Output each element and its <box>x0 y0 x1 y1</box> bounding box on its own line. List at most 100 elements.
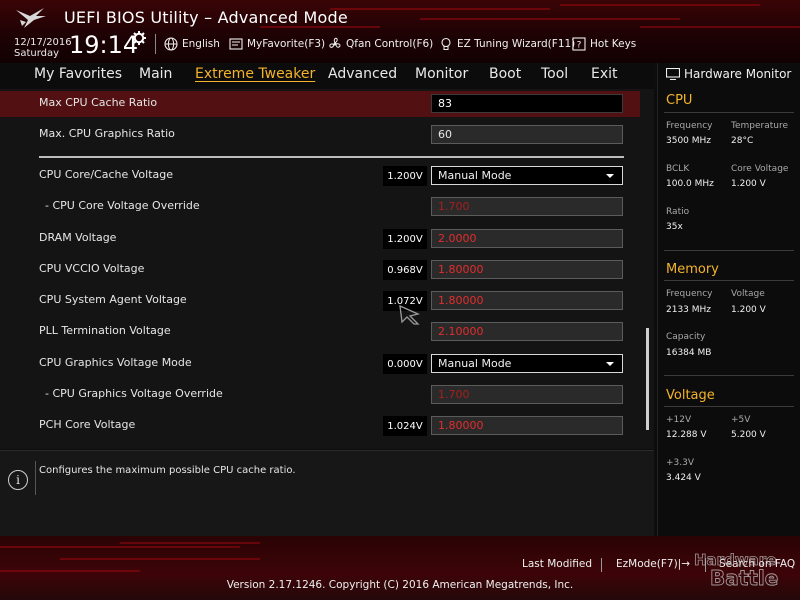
memory-frequency-value: 2133 MHz <box>666 305 712 315</box>
setting-label: PCH Core Voltage <box>39 418 136 431</box>
language-button[interactable]: English <box>164 36 220 52</box>
setting-label: CPU Graphics Voltage Mode <box>39 356 192 369</box>
v5-value: 5.200 V <box>731 430 766 440</box>
select-value: Manual Mode <box>438 169 512 182</box>
dram-voltage-input[interactable]: 2.0000 <box>431 229 623 248</box>
my-favorite-button[interactable]: MyFavorite(F3) <box>229 36 325 52</box>
tab-advanced[interactable]: Advanced <box>328 66 397 82</box>
scrollbar[interactable] <box>646 328 649 430</box>
section-divider <box>664 250 794 251</box>
cpu-frequency-value: 3500 MHz <box>666 136 712 146</box>
setting-label: Max. CPU Graphics Ratio <box>39 127 175 140</box>
cpu-core-cache-voltage-select[interactable]: Manual Mode <box>431 166 623 185</box>
setting-cpu-core-voltage-override[interactable]: - CPU Core Voltage Override 1.700 <box>0 194 640 220</box>
setting-max-cpu-cache-ratio[interactable]: Max CPU Cache Ratio 83 <box>0 91 640 117</box>
setting-pch-core-voltage[interactable]: PCH Core Voltage 1.024V 1.80000 <box>0 413 640 439</box>
qfan-control-button[interactable]: Qfan Control(F6) <box>328 36 433 52</box>
app-title: UEFI BIOS Utility – Advanced Mode <box>64 8 348 27</box>
section-divider <box>39 156 624 158</box>
tab-exit[interactable]: Exit <box>591 66 618 82</box>
setting-max-cpu-graphics-ratio[interactable]: Max. CPU Graphics Ratio 60 <box>0 122 640 148</box>
cpu-heading: CPU <box>666 93 693 108</box>
max-cpu-cache-ratio-input[interactable]: 83 <box>431 94 623 113</box>
setting-cpu-system-agent-voltage[interactable]: CPU System Agent Voltage 1.072V 1.80000 <box>0 288 640 314</box>
current-voltage-readout: 0.968V <box>383 260 427 280</box>
setting-label: Max CPU Cache Ratio <box>39 96 158 109</box>
settings-panel: Max CPU Cache Ratio 83 Max. CPU Graphics… <box>0 89 654 449</box>
last-modified-button[interactable]: Last Modified <box>522 558 592 570</box>
hardware-monitor-label: Hardware Monitor <box>684 67 792 81</box>
setting-label: PLL Termination Voltage <box>39 324 171 337</box>
copyright-text: Version 2.17.1246. Copyright (C) 2016 Am… <box>226 579 574 591</box>
v12-label: +12V <box>666 415 692 425</box>
tab-my-favorites[interactable]: My Favorites <box>34 66 122 82</box>
tab-main[interactable]: Main <box>139 66 172 82</box>
help-description-bar: i Configures the maximum possible CPU ca… <box>0 450 654 536</box>
setting-cpu-graphics-voltage-mode[interactable]: CPU Graphics Voltage Mode 0.000V Manual … <box>0 351 640 377</box>
setting-label: DRAM Voltage <box>39 231 117 244</box>
memory-voltage-value: 1.200 V <box>731 305 766 315</box>
pch-core-voltage-input[interactable]: 1.80000 <box>431 416 623 435</box>
v33-value: 3.424 V <box>666 473 701 483</box>
header-separator <box>155 34 156 54</box>
core-voltage-label: Core Voltage <box>731 164 789 174</box>
lightbulb-icon <box>441 37 451 50</box>
clock: 19:14 <box>69 31 139 59</box>
tab-monitor[interactable]: Monitor <box>415 66 468 82</box>
info-icon: i <box>8 470 28 490</box>
memory-voltage-label: Voltage <box>731 289 765 299</box>
gear-icon[interactable] <box>132 31 146 45</box>
setting-cpu-vccio-voltage[interactable]: CPU VCCIO Voltage 0.968V 1.80000 <box>0 257 640 283</box>
hot-keys-button[interactable]: ? Hot Keys <box>572 36 636 52</box>
day-text: Saturday <box>14 48 60 59</box>
cpu-core-voltage-override-input[interactable]: 1.700 <box>431 197 623 216</box>
select-value: Manual Mode <box>438 357 512 370</box>
ratio-value: 35x <box>666 222 683 232</box>
current-voltage-readout: 1.200V <box>383 166 427 186</box>
cpu-frequency-label: Frequency <box>666 121 713 131</box>
help-icon: ? <box>572 37 586 51</box>
setting-label: CPU VCCIO Voltage <box>39 262 145 275</box>
date-display: 12/17/2016 Saturday <box>14 37 72 59</box>
cpu-graphics-voltage-mode-select[interactable]: Manual Mode <box>431 354 623 373</box>
ratio-label: Ratio <box>666 207 690 217</box>
header-bar: UEFI BIOS Utility – Advanced Mode 12/17/… <box>0 0 800 63</box>
qfan-control-label: Qfan Control(F6) <box>346 38 434 50</box>
mouse-cursor-icon <box>399 304 420 325</box>
main-tabs: My Favorites Main Extreme Tweaker Advanc… <box>0 63 654 89</box>
hot-keys-label: Hot Keys <box>590 38 637 50</box>
pll-termination-voltage-input[interactable]: 2.10000 <box>431 322 623 341</box>
setting-cpu-graphics-voltage-override[interactable]: - CPU Graphics Voltage Override 1.700 <box>0 382 640 408</box>
favorite-icon <box>229 38 243 50</box>
max-cpu-graphics-ratio-input[interactable]: 60 <box>431 125 623 144</box>
setting-label: CPU Core/Cache Voltage <box>39 168 173 181</box>
section-divider <box>664 375 794 376</box>
hardware-monitor-title: Hardware Monitor <box>666 67 791 81</box>
core-voltage-value: 1.200 V <box>731 179 766 189</box>
monitor-icon <box>666 68 680 80</box>
capacity-label: Capacity <box>666 332 706 342</box>
section-divider <box>664 280 794 281</box>
cpu-vccio-voltage-input[interactable]: 1.80000 <box>431 260 623 279</box>
tab-extreme-tweaker[interactable]: Extreme Tweaker <box>195 66 315 82</box>
cpu-system-agent-voltage-input[interactable]: 1.80000 <box>431 291 623 310</box>
bclk-label: BCLK <box>666 164 690 174</box>
hardware-monitor-panel: Hardware Monitor CPU Frequency Temperatu… <box>657 63 800 536</box>
fan-icon <box>329 37 341 48</box>
setting-label: - CPU Graphics Voltage Override <box>45 387 223 400</box>
current-voltage-readout: 1.024V <box>383 416 427 436</box>
rog-logo-icon <box>16 8 46 28</box>
cpu-graphics-voltage-override-input[interactable]: 1.700 <box>431 385 623 404</box>
memory-heading: Memory <box>666 262 719 277</box>
v5-label: +5V <box>731 415 751 425</box>
my-favorite-label: MyFavorite(F3) <box>247 38 326 50</box>
setting-dram-voltage[interactable]: DRAM Voltage 1.200V 2.0000 <box>0 226 640 252</box>
setting-cpu-core-cache-voltage[interactable]: CPU Core/Cache Voltage 1.200V Manual Mod… <box>0 163 640 189</box>
current-voltage-readout: 1.200V <box>383 229 427 249</box>
tab-tool[interactable]: Tool <box>541 66 568 82</box>
setting-pll-termination-voltage[interactable]: PLL Termination Voltage 2.10000 <box>0 319 640 345</box>
ez-tuning-wizard-button[interactable]: EZ Tuning Wizard(F11) <box>439 36 575 52</box>
tab-boot[interactable]: Boot <box>489 66 521 82</box>
section-divider <box>664 112 794 113</box>
footer-bar: Last Modified EzMode(F7)|→ Search on FAQ… <box>0 536 800 600</box>
